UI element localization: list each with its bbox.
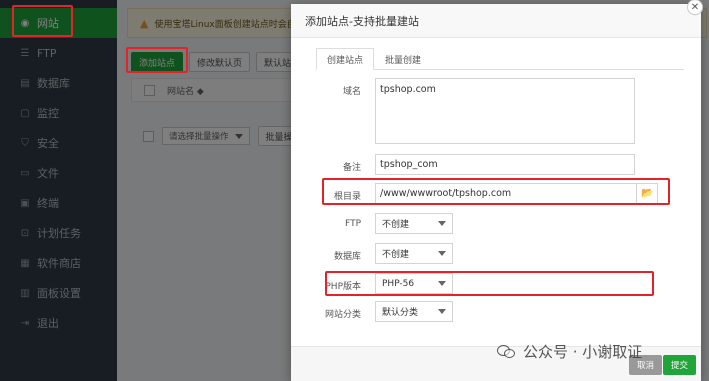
tab-batch-create[interactable]: 批量创建 [374,48,432,70]
ftp-select-value: 不创建 [382,220,410,230]
root-dir-input[interactable]: /www/wwwroot/tpshop.com [375,183,658,204]
chevron-down-icon [438,251,446,256]
add-site-modal: 添加站点-支持批量建站 ✕ 创建站点 批量创建 域名 tpshop.com 备注… [291,0,703,381]
category-select[interactable]: 默认分类 [375,301,453,322]
watermark: 公众号 · 小谢取证 [497,341,642,362]
folder-icon[interactable]: 📂 [636,183,658,204]
php-version-select[interactable]: PHP-56 [375,273,453,294]
ftp-select[interactable]: 不创建 [375,213,453,234]
close-icon[interactable]: ✕ [687,0,703,16]
watermark-text: 公众号 · 小谢取证 [523,343,643,361]
root-dir-label: 根目录 [333,192,361,202]
modal-title: 添加站点-支持批量建站 [291,4,701,38]
tab-create-site[interactable]: 创建站点 [316,48,375,70]
php-version-value: PHP-56 [382,278,415,289]
php-version-label: PHP版本 [325,282,361,292]
database-select-value: 不创建 [382,250,410,260]
wechat-icon [497,344,517,359]
remark-label: 备注 [342,163,361,173]
root-dir-value: /www/wwwroot/tpshop.com [380,188,512,199]
database-label: 数据库 [333,252,361,262]
category-select-value: 默认分类 [382,308,419,318]
category-label: 网站分类 [324,310,361,320]
domain-textarea[interactable]: tpshop.com [375,78,635,144]
chevron-down-icon [438,281,446,286]
modal-tabs: 创建站点 批量创建 [316,48,684,70]
remark-input[interactable]: tpshop_com [375,154,635,175]
ftp-label: FTP [345,219,361,229]
domain-label: 域名 [342,87,361,97]
chevron-down-icon [438,309,446,314]
chevron-down-icon [438,221,446,226]
submit-button[interactable]: 提交 [663,355,697,375]
database-select[interactable]: 不创建 [375,243,453,264]
